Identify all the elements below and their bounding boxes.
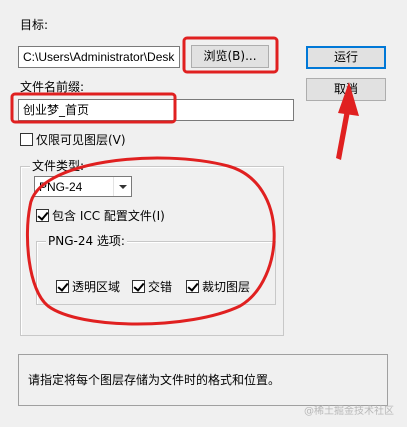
watermark: @稀土掘金技术社区 [304,406,394,417]
icc-option[interactable]: 包含 ICC 配置文件(I) [36,207,165,224]
prefix-label: 文件名前缀: [20,80,85,94]
file-type-select[interactable]: PNG-24 [34,176,132,197]
target-path-field[interactable]: C:\Users\Administrator\Desk [18,46,180,68]
trim-layers-option[interactable]: 裁切图层 [186,278,250,295]
file-type-group-title: 文件类型: [30,159,87,173]
run-button[interactable]: 运行 [306,46,386,69]
icc-checkbox[interactable] [36,209,49,222]
cancel-button[interactable]: 取消 [306,78,386,101]
png-options-group-title: PNG-24 选项: [46,234,127,248]
trim-layers-checkbox[interactable] [186,280,199,293]
chevron-down-icon[interactable] [113,177,131,196]
interlaced-option[interactable]: 交错 [132,278,172,295]
description-text: 请指定将每个图层存储为文件时的格式和位置。 [28,373,281,387]
transparency-checkbox[interactable] [56,280,69,293]
visible-only-label: 仅限可见图层(V) [36,133,126,147]
prefix-field[interactable]: 创业梦_首页 [18,99,294,121]
transparency-label: 透明区域 [72,280,121,294]
interlaced-checkbox[interactable] [132,280,145,293]
trim-layers-label: 裁切图层 [202,280,251,294]
icc-label: 包含 ICC 配置文件(I) [52,209,165,223]
target-label: 目标: [20,18,49,32]
browse-button[interactable]: 浏览(B)... [191,45,269,68]
transparency-option[interactable]: 透明区域 [56,278,120,295]
file-type-selected-value: PNG-24 [39,180,83,194]
png-options-group [36,241,276,305]
description-box: 请指定将每个图层存储为文件时的格式和位置。 [18,354,388,406]
visible-only-checkbox[interactable] [20,133,33,146]
visible-only-option[interactable]: 仅限可见图层(V) [20,131,126,148]
interlaced-label: 交错 [148,280,173,294]
arrow-shaft [336,104,351,160]
